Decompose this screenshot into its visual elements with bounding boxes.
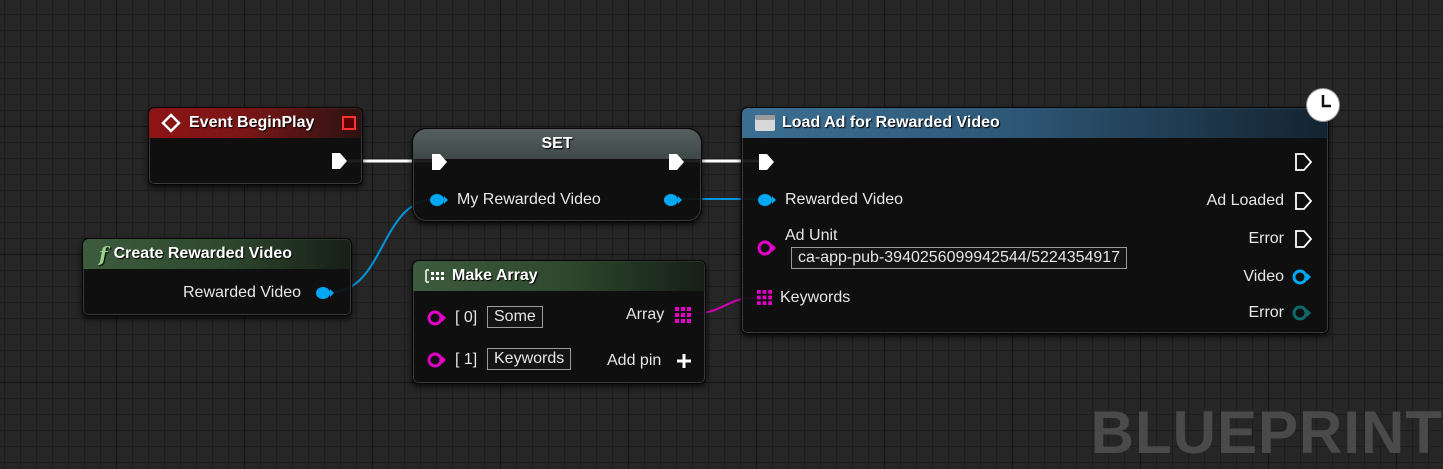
set-variable-label: My Rewarded Video: [457, 191, 601, 208]
exec-out-pin[interactable]: [330, 152, 348, 170]
array-element-1-input[interactable]: Keywords: [487, 348, 572, 370]
make-array-title: Make Array: [452, 267, 538, 284]
load-ad-error-object-out-pin[interactable]: [1292, 304, 1312, 322]
delegate-square-icon[interactable]: [342, 116, 356, 130]
function-icon: f: [99, 242, 108, 266]
add-pin-label[interactable]: Add pin: [607, 352, 661, 370]
load-ad-rewarded-video-in-pin[interactable]: [757, 191, 777, 209]
load-ad-video-label: Video: [1243, 268, 1284, 285]
event-beginplay-title: Event BeginPlay: [189, 114, 315, 131]
load-ad-node[interactable]: Load Ad for Rewarded Video Rewarded Vide…: [741, 107, 1329, 334]
make-array-icon: [425, 269, 444, 283]
make-array-node[interactable]: Make Array [ 0] Some Array [ 1] Keywords…: [412, 260, 706, 384]
array-element-0-pin[interactable]: [427, 309, 447, 327]
load-ad-title: Load Ad for Rewarded Video: [782, 114, 1000, 131]
load-ad-ad-unit-input[interactable]: ca-app-pub-3940256099942544/5224354917: [791, 247, 1128, 269]
set-object-out-pin[interactable]: [663, 191, 683, 209]
load-ad-header: Load Ad for Rewarded Video: [742, 108, 1328, 138]
set-header: SET: [413, 129, 701, 159]
event-beginplay-node[interactable]: Event BeginPlay: [148, 107, 363, 185]
load-ad-exec-in-pin[interactable]: [757, 153, 775, 171]
load-ad-video-out-pin[interactable]: [1292, 268, 1312, 286]
create-output-label: Rewarded Video: [183, 284, 302, 301]
create-object-out-pin[interactable]: [315, 284, 335, 302]
function-node-icon: [755, 115, 775, 131]
array-output-label: Array: [626, 306, 665, 323]
set-exec-out-pin[interactable]: [667, 153, 685, 171]
load-ad-ad-loaded-label: Ad Loaded: [1206, 192, 1284, 209]
add-pin-plus-icon[interactable]: [676, 353, 692, 369]
event-diamond-icon: [161, 113, 181, 133]
create-rewarded-video-title: Create Rewarded Video: [113, 245, 293, 262]
event-beginplay-header: Event BeginPlay: [149, 108, 362, 138]
make-array-header: Make Array: [413, 261, 705, 291]
array-element-0-input[interactable]: Some: [487, 306, 543, 328]
set-object-in-pin[interactable]: [429, 191, 449, 209]
set-node[interactable]: SET My Rewarded Video: [412, 128, 702, 222]
load-ad-error-exec-label: Error: [1248, 230, 1284, 247]
array-element-0-index: [ 0]: [455, 309, 478, 326]
latent-clock-icon: [1307, 89, 1339, 121]
load-ad-keywords-label: Keywords: [780, 289, 851, 306]
load-ad-error-exec-out-pin[interactable]: [1294, 230, 1312, 248]
load-ad-ad-unit-label: Ad Unit: [785, 227, 838, 244]
array-out-pin[interactable]: [675, 307, 691, 323]
load-ad-ad-loaded-out-pin[interactable]: [1294, 192, 1312, 210]
load-ad-rewarded-video-label: Rewarded Video: [785, 191, 904, 208]
set-exec-in-pin[interactable]: [430, 153, 448, 171]
load-ad-exec-out-pin[interactable]: [1294, 153, 1312, 171]
load-ad-ad-unit-in-pin[interactable]: [757, 239, 777, 257]
create-rewarded-video-header: f Create Rewarded Video: [83, 239, 351, 269]
load-ad-error-object-label: Error: [1248, 304, 1284, 321]
create-rewarded-video-node[interactable]: f Create Rewarded Video Rewarded Video: [82, 238, 352, 316]
set-title: SET: [541, 135, 573, 152]
blueprint-watermark: BLUEPRINT: [1090, 399, 1443, 466]
array-element-1-pin[interactable]: [427, 351, 447, 369]
load-ad-keywords-in-pin[interactable]: [757, 290, 772, 305]
array-element-1-index: [ 1]: [455, 351, 478, 368]
